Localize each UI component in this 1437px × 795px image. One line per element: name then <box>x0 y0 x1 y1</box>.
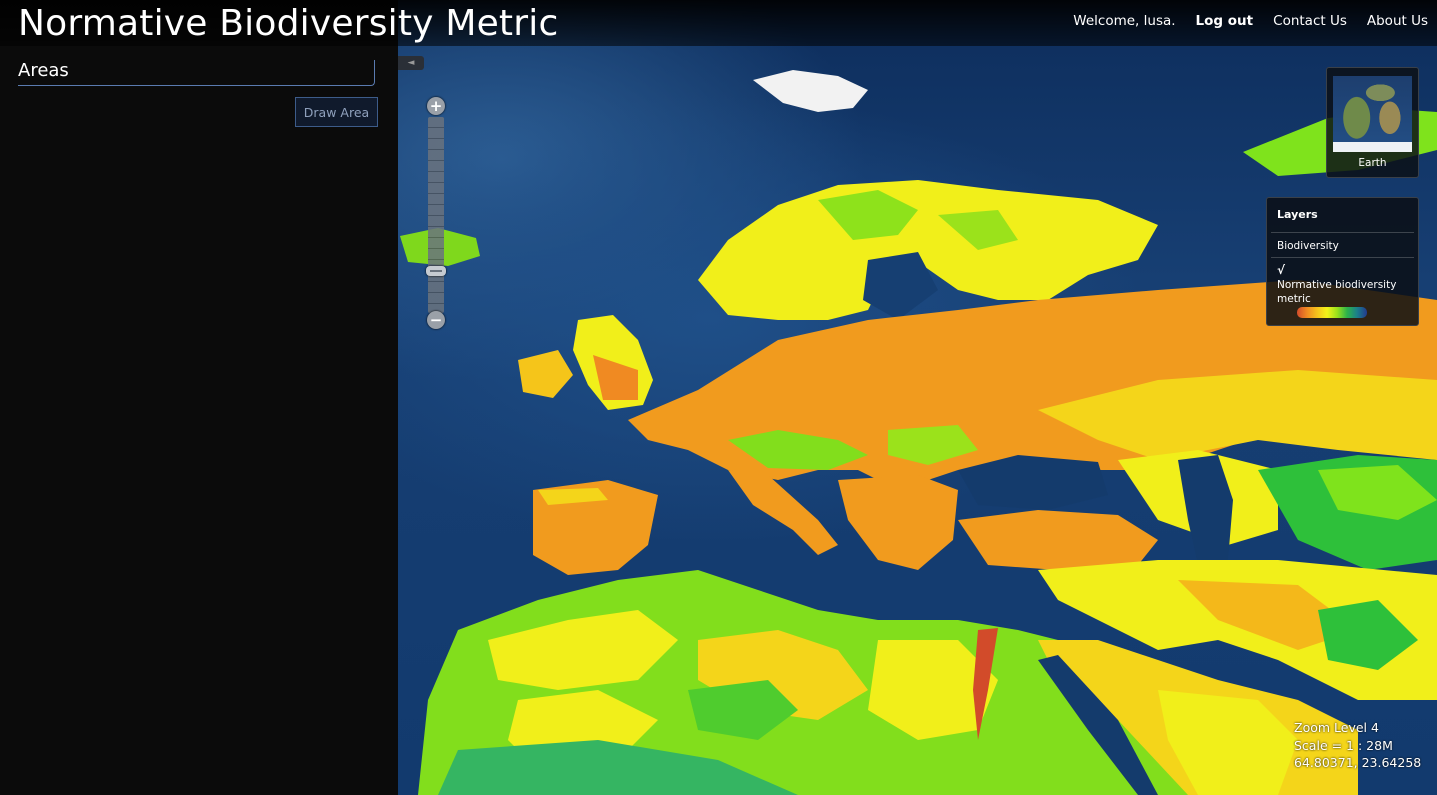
map-terrain <box>400 70 1437 795</box>
zoom-track[interactable] <box>428 117 444 313</box>
scale-text: Scale = 1 : 28M <box>1294 737 1393 753</box>
map-info: Zoom Level 4 Scale = 1 : 28M 64.80371, 2… <box>1294 719 1421 772</box>
layer-item-biodiversity[interactable]: Biodiversity <box>1277 240 1339 252</box>
zoom-slider[interactable]: + − <box>426 97 446 333</box>
layers-title: Layers <box>1277 208 1318 221</box>
globe-icon[interactable] <box>1333 76 1412 152</box>
zoom-in-icon[interactable]: + <box>427 97 445 115</box>
page-title: Normative Biodiversity Metric <box>18 3 559 44</box>
logout-link[interactable]: Log out <box>1196 13 1254 29</box>
about-link[interactable]: About Us <box>1367 13 1428 29</box>
legend-color-bar <box>1297 307 1367 318</box>
check-icon[interactable]: √ <box>1277 263 1285 277</box>
layer-item-normative-biodiversity-metric[interactable]: Normative biodiversity metric <box>1277 278 1407 306</box>
welcome-text: Welcome, lusa. <box>1073 13 1176 29</box>
areas-panel: Areas Draw Area <box>0 46 398 795</box>
layers-panel: Layers Biodiversity √ Normative biodiver… <box>1266 197 1419 326</box>
divider <box>1271 232 1414 233</box>
zoom-level-text: Zoom Level 4 <box>1294 720 1379 735</box>
overview-map[interactable]: Earth <box>1326 67 1419 178</box>
overview-label: Earth <box>1358 157 1387 169</box>
zoom-out-icon[interactable]: − <box>427 311 445 329</box>
areas-heading: Areas <box>18 60 375 86</box>
top-nav: Welcome, lusa. Log out Contact Us About … <box>1073 13 1428 29</box>
map-canvas[interactable] <box>398 0 1437 795</box>
divider <box>1271 257 1414 258</box>
zoom-thumb[interactable] <box>426 265 446 276</box>
contact-link[interactable]: Contact Us <box>1273 13 1347 29</box>
draw-area-button[interactable]: Draw Area <box>295 97 378 127</box>
coordinates-text: 64.80371, 23.64258 <box>1294 755 1422 770</box>
app-header: Normative Biodiversity Metric Welcome, l… <box>0 0 1437 46</box>
collapse-arrow-icon[interactable]: ◄ <box>398 56 424 70</box>
